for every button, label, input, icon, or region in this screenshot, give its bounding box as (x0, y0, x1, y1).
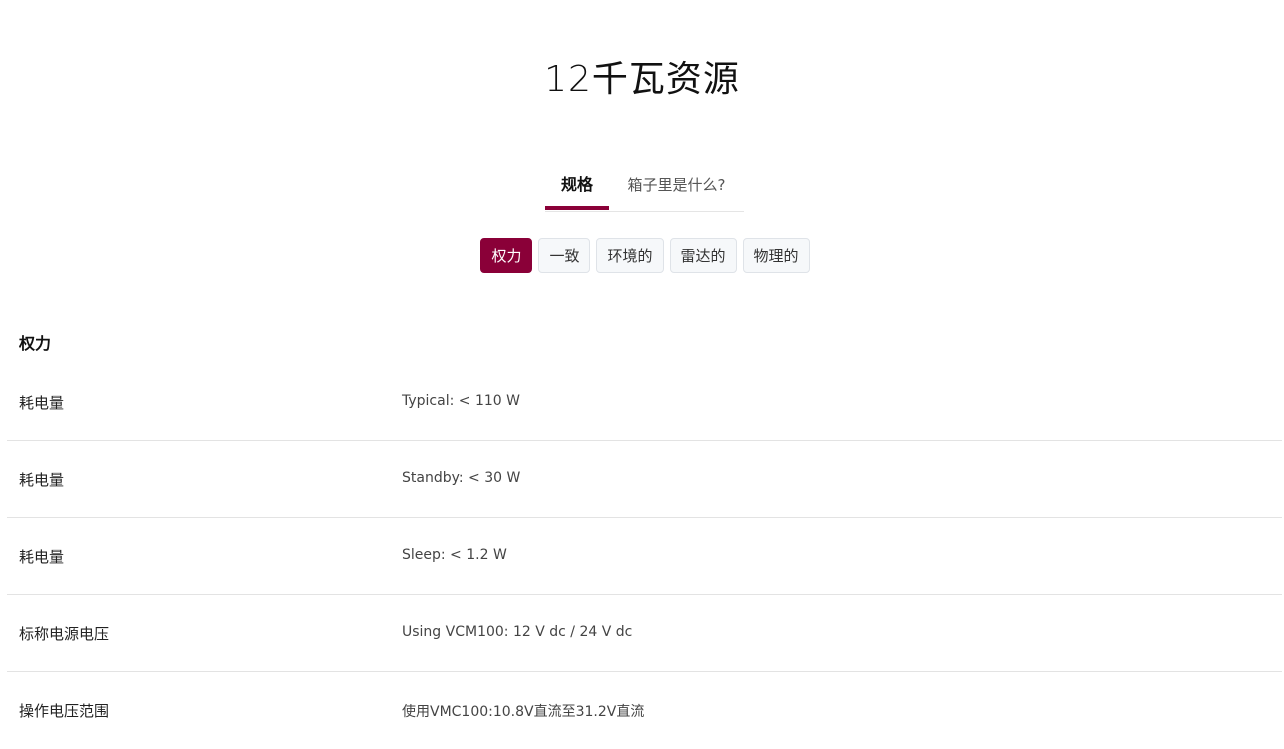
spec-label: 操作电压范围 (19, 702, 110, 720)
chip-physical[interactable]: 物理的 (742, 238, 810, 273)
spec-label: 耗电量 (19, 471, 65, 489)
spec-label: 耗电量 (19, 394, 65, 412)
spec-row: 耗电量 Sleep: < 1.2 W (7, 518, 1282, 595)
page-title: 12千瓦资源 (544, 59, 740, 100)
tab-bar: 规格 箱子里是什么? (545, 164, 744, 212)
spec-value: Using VCM100: 12 V dc / 24 V dc (402, 624, 633, 640)
section-heading: 权力 (19, 334, 52, 353)
chip-environmental[interactable]: 环境的 (596, 238, 664, 273)
tab-whats-in-the-box[interactable]: 箱子里是什么? (609, 164, 744, 210)
spec-row: 标称电源电压 Using VCM100: 12 V dc / 24 V dc (7, 595, 1282, 672)
spec-row: 操作电压范围 使用VMC100:10.8V直流至31.2V直流 (7, 672, 1282, 748)
spec-value: 使用VMC100:10.8V直流至31.2V直流 (402, 704, 645, 720)
spec-table: 耗电量 Typical: < 110 W 耗电量 Standby: < 30 W… (7, 364, 1282, 748)
spec-label: 标称电源电压 (19, 625, 110, 643)
spec-row: 耗电量 Standby: < 30 W (7, 441, 1282, 518)
spec-value: Standby: < 30 W (402, 470, 521, 486)
spec-row: 耗电量 Typical: < 110 W (7, 364, 1282, 441)
chip-radar[interactable]: 雷达的 (669, 238, 737, 273)
chip-compliance[interactable]: 一致 (538, 238, 591, 273)
tab-specifications[interactable]: 规格 (545, 164, 609, 210)
spec-value: Sleep: < 1.2 W (402, 547, 507, 563)
chip-power[interactable]: 权力 (480, 238, 533, 273)
category-filter-chips: 权力 一致 环境的 雷达的 物理的 (0, 238, 1284, 273)
spec-value: Typical: < 110 W (402, 393, 520, 409)
spec-label: 耗电量 (19, 548, 65, 566)
